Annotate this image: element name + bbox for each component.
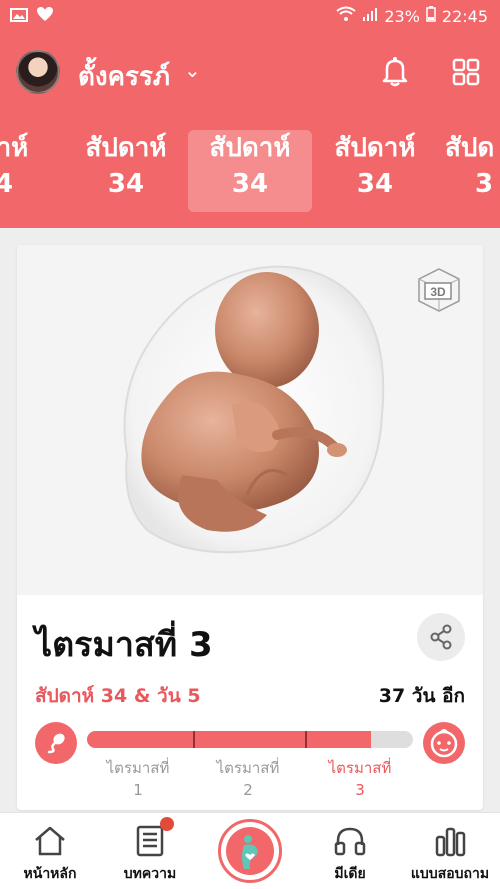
trimester-3-label: ไตรมาสที่ 3 (315, 757, 405, 801)
bottom-navigation: หน้าหลัก บทความ มีเดีย แบบสอบถาม (0, 812, 500, 889)
nav-media-label: มีเดีย (334, 866, 366, 882)
tab-week[interactable]: สัปดาห์ 34 (313, 130, 437, 212)
trimester-number: 3 (355, 781, 365, 799)
trimester-number: 1 (133, 781, 143, 799)
app-header: ตั้งครรภ์ ⌄ (0, 34, 500, 110)
pregnancy-card: 3D ไตรมาสที่ 3 สัปดาห์ 34 & วัน 5 37 วัน… (17, 245, 483, 810)
gallery-icon (10, 7, 28, 26)
trimester-number: 2 (243, 781, 253, 799)
tab-week[interactable]: สัปดาห์ 34 (64, 130, 188, 212)
nav-home-label: หน้าหลัก (23, 866, 77, 882)
share-button[interactable] (417, 613, 465, 661)
nav-media[interactable]: มีเดีย (302, 813, 398, 889)
pregnant-woman-icon (226, 827, 274, 875)
tab-week-selected[interactable]: สัปดาห์ 34 (188, 130, 312, 212)
tab-number: 34 (231, 169, 269, 199)
share-icon (430, 624, 452, 650)
nav-quiz[interactable]: แบบสอบถาม (402, 813, 498, 889)
trimester-title: ไตรมาสที่ 3 (35, 625, 213, 665)
nav-articles[interactable]: บทความ (102, 813, 198, 889)
wifi-icon (336, 6, 356, 26)
pregnancy-center-button[interactable] (218, 819, 282, 883)
trimester-2-label: ไตรมาสที่ 2 (203, 757, 293, 801)
profile-name[interactable]: ตั้งครรภ์ (78, 56, 170, 97)
tab-number: 34 (356, 169, 394, 199)
clock: 22:45 (441, 6, 488, 26)
baby-face-icon[interactable] (423, 722, 465, 764)
trimester-divider (305, 731, 307, 748)
nav-home[interactable]: หน้าหลัก (2, 813, 98, 889)
tab-label: สัปดาห์ (334, 133, 416, 163)
heart-icon (36, 6, 54, 26)
tab-label: สัปดาห์ (85, 133, 167, 163)
tab-label: สัปด (445, 133, 495, 163)
tab-number: 4 (0, 169, 14, 199)
nav-articles-label: บทความ (123, 866, 177, 882)
bar-chart-icon (432, 823, 468, 859)
trimester-divider (193, 731, 195, 748)
battery-icon (426, 6, 436, 26)
nav-quiz-label: แบบสอบถาม (410, 866, 490, 882)
week-tab-strip[interactable]: ดาห์ 4 สัปดาห์ 34 สัปดาห์ 34 สัปดาห์ 34 … (0, 110, 500, 228)
tab-label: ดาห์ (0, 133, 29, 163)
tab-number: 3 (475, 169, 494, 199)
days-remaining: 37 วัน อีก (378, 685, 465, 707)
chevron-down-icon[interactable]: ⌄ (184, 58, 201, 82)
tab-number: 34 (107, 169, 145, 199)
3d-view-icon[interactable]: 3D (413, 263, 465, 315)
progress-fill (87, 731, 371, 748)
home-icon (32, 823, 68, 859)
headphones-icon (332, 823, 368, 859)
tab-week[interactable]: ดาห์ 4 (0, 130, 66, 212)
status-bar: 23% 22:45 (0, 0, 500, 34)
tab-label: สัปดาห์ (209, 133, 291, 163)
grid-menu-icon[interactable] (452, 58, 480, 86)
avatar[interactable] (16, 50, 60, 94)
tab-week[interactable]: สัปด 3 (445, 130, 500, 212)
notification-dot (160, 817, 174, 831)
battery-percent: 23% (384, 6, 420, 26)
3d-label: 3D (430, 285, 446, 299)
signal-icon (362, 6, 378, 26)
trimester-text: ไตรมาสที่ (106, 759, 170, 777)
week-day-label: สัปดาห์ 34 & วัน 5 (35, 685, 201, 707)
sperm-icon[interactable] (35, 722, 77, 764)
pregnancy-progress-bar (87, 731, 413, 748)
trimester-text: ไตรมาสที่ (216, 759, 280, 777)
trimester-1-label: ไตรมาสที่ 1 (93, 757, 183, 801)
bell-icon[interactable] (378, 54, 412, 88)
trimester-text: ไตรมาสที่ (328, 759, 392, 777)
